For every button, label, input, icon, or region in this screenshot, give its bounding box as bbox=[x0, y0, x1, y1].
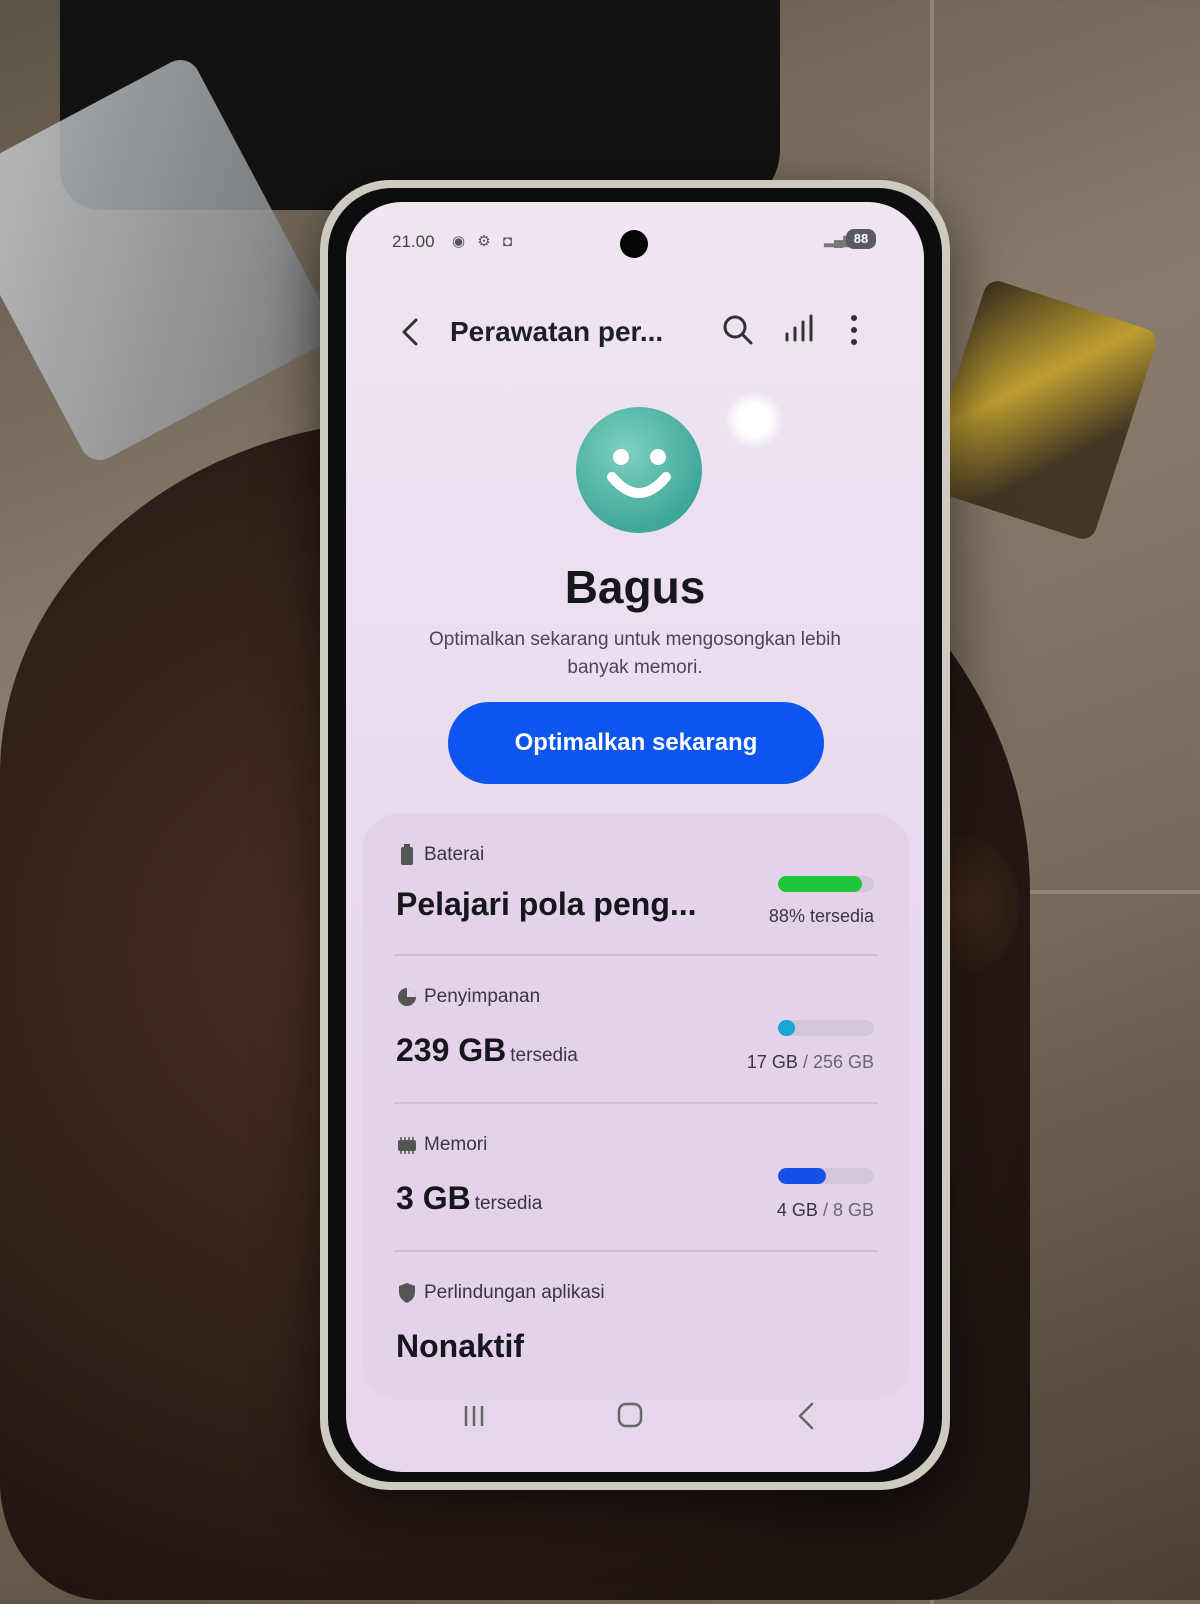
status-icons: ◉ ⚙ ◘ bbox=[452, 232, 516, 250]
shield-icon bbox=[399, 1283, 415, 1303]
storage-used: 17 GB bbox=[746, 1052, 798, 1072]
front-camera bbox=[620, 230, 648, 258]
settings-icon: ⚙ bbox=[477, 233, 495, 250]
battery-value: Pelajari pola peng... bbox=[396, 886, 697, 922]
battery-indicator: 88 bbox=[846, 229, 876, 249]
storage-label: Penyimpanan bbox=[424, 986, 541, 1007]
storage-free-amount: 239 GB bbox=[396, 1032, 507, 1068]
memory-usage-bar bbox=[778, 1168, 874, 1184]
battery-level-bar bbox=[778, 876, 874, 892]
home-icon[interactable] bbox=[610, 1398, 650, 1434]
storage-usage-text: 17 GB / 256 GB bbox=[747, 1052, 874, 1073]
smiley-status-icon bbox=[576, 407, 702, 533]
battery-label: Baterai bbox=[424, 844, 485, 865]
storage-value: 239 GB tersedia bbox=[396, 1032, 578, 1069]
battery-row[interactable]: Baterai Pelajari pola peng... 88% tersed… bbox=[362, 814, 910, 954]
memory-value: 3 GB tersedia bbox=[396, 1180, 542, 1217]
memory-row[interactable]: Memori 3 GB tersedia 4 GB / 8 GB bbox=[362, 1104, 910, 1250]
page-title: Perawatan per... bbox=[450, 316, 664, 347]
battery-icon bbox=[401, 844, 413, 865]
memory-free-suffix: tersedia bbox=[474, 1193, 543, 1214]
pie-chart-icon bbox=[398, 988, 416, 1006]
phone: 21.00 ◉ ⚙ ◘ ▂▄▆ 88 Perawatan per... Bagu… bbox=[320, 180, 950, 1490]
battery-level-fill bbox=[778, 876, 863, 892]
device-care-card: Baterai Pelajari pola peng... 88% tersed… bbox=[362, 814, 910, 1400]
bar-chart-icon[interactable] bbox=[778, 310, 818, 350]
nav-back-icon[interactable] bbox=[786, 1398, 826, 1434]
location-icon: ◉ bbox=[452, 233, 470, 250]
memory-used: 4 GB bbox=[776, 1200, 818, 1220]
more-options-icon[interactable] bbox=[834, 310, 874, 350]
memory-label: Memori bbox=[424, 1134, 488, 1155]
memory-free-amount: 3 GB bbox=[396, 1180, 471, 1216]
yellow-package bbox=[920, 277, 1160, 543]
search-icon[interactable] bbox=[718, 310, 758, 350]
storage-free-suffix: tersedia bbox=[510, 1045, 578, 1066]
back-arrow-icon[interactable] bbox=[392, 312, 432, 352]
phone-bezel: 21.00 ◉ ⚙ ◘ ▂▄▆ 88 Perawatan per... Bagu… bbox=[328, 188, 942, 1482]
device-status-title: Bagus bbox=[564, 561, 706, 613]
screen-glare bbox=[726, 392, 782, 448]
recents-icon[interactable] bbox=[454, 1398, 494, 1434]
app-protection-label: Perlindungan aplikasi bbox=[424, 1282, 605, 1303]
memory-usage-fill bbox=[778, 1168, 826, 1184]
memory-chip-icon bbox=[398, 1137, 416, 1154]
app-protection-value: Nonaktif bbox=[396, 1328, 524, 1364]
status-time: 21.00 bbox=[392, 232, 435, 251]
app-protection-row[interactable]: Perlindungan aplikasi Nonaktif bbox=[362, 1252, 910, 1392]
memory-total: / 8 GB bbox=[822, 1200, 874, 1220]
storage-row[interactable]: Penyimpanan 239 GB tersedia 17 GB / 256 G… bbox=[362, 956, 910, 1102]
optimize-now-button[interactable]: Optimalkan sekarang bbox=[448, 702, 824, 784]
battery-available-text: 88% tersedia bbox=[768, 906, 874, 926]
storage-usage-bar bbox=[778, 1020, 874, 1036]
shield-icon: ◘ bbox=[502, 233, 516, 250]
storage-total: / 256 GB bbox=[802, 1052, 874, 1072]
status-description: Optimalkan sekarang untuk mengosongkan l… bbox=[429, 629, 841, 678]
storage-usage-fill bbox=[778, 1020, 796, 1036]
memory-usage-text: 4 GB / 8 GB bbox=[777, 1200, 874, 1221]
phone-screen: 21.00 ◉ ⚙ ◘ ▂▄▆ 88 Perawatan per... Bagu… bbox=[346, 202, 924, 1472]
